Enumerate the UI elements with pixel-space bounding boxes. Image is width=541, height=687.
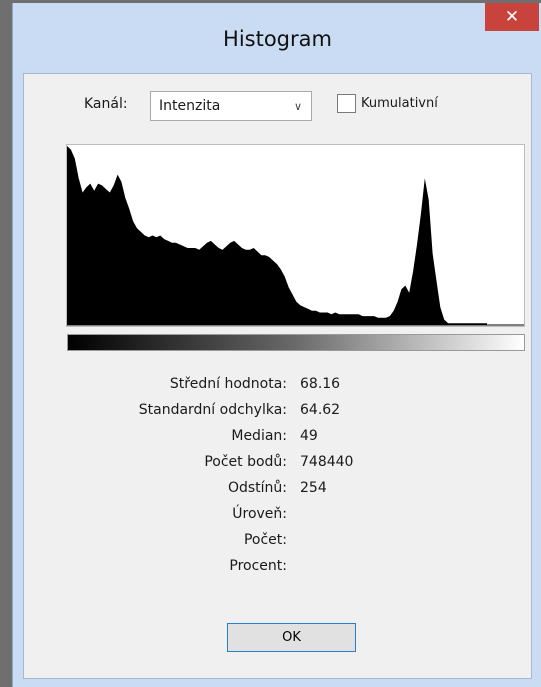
ok-button[interactable]: OK <box>227 623 356 652</box>
histogram-area <box>67 146 487 325</box>
channel-label: Kanál: <box>84 96 128 112</box>
stat-value: 49 <box>300 428 318 444</box>
stat-value: 254 <box>300 480 327 496</box>
dialog-body: Kanál: Intenzita ∨ Kumulativní Střední h… <box>23 73 532 679</box>
intensity-gradient-bar <box>67 334 525 351</box>
stat-value: 748440 <box>300 454 354 470</box>
stat-label: Procent: <box>229 558 287 574</box>
histogram-plot <box>66 144 525 327</box>
histogram-window: Histogram ✕ Kanál: Intenzita ∨ Kumulativ… <box>12 3 541 687</box>
channel-select[interactable]: Intenzita ∨ <box>150 91 312 121</box>
stat-label: Úroveň: <box>232 506 287 522</box>
close-button[interactable]: ✕ <box>485 3 539 31</box>
stat-label: Median: <box>231 428 287 444</box>
histogram-chart <box>67 146 524 326</box>
stat-label: Odstínů: <box>227 480 287 496</box>
cumulative-label[interactable]: Kumulativní <box>361 96 438 111</box>
stat-value: 68.16 <box>300 376 341 392</box>
close-icon: ✕ <box>504 7 520 27</box>
channel-select-value: Intenzita <box>159 98 221 114</box>
cumulative-checkbox[interactable] <box>337 94 356 113</box>
stat-label: Počet: <box>243 532 287 548</box>
stat-label: Počet bodů: <box>204 454 287 470</box>
stat-value: 64.62 <box>300 402 341 418</box>
ok-button-label: OK <box>282 630 301 645</box>
window-title: Histogram <box>223 27 332 51</box>
stat-label: Standardní odchylka: <box>138 402 287 418</box>
title-bar[interactable]: Histogram ✕ <box>13 3 541 73</box>
stat-label: Střední hodnota: <box>169 376 287 392</box>
chevron-down-icon: ∨ <box>293 100 302 113</box>
